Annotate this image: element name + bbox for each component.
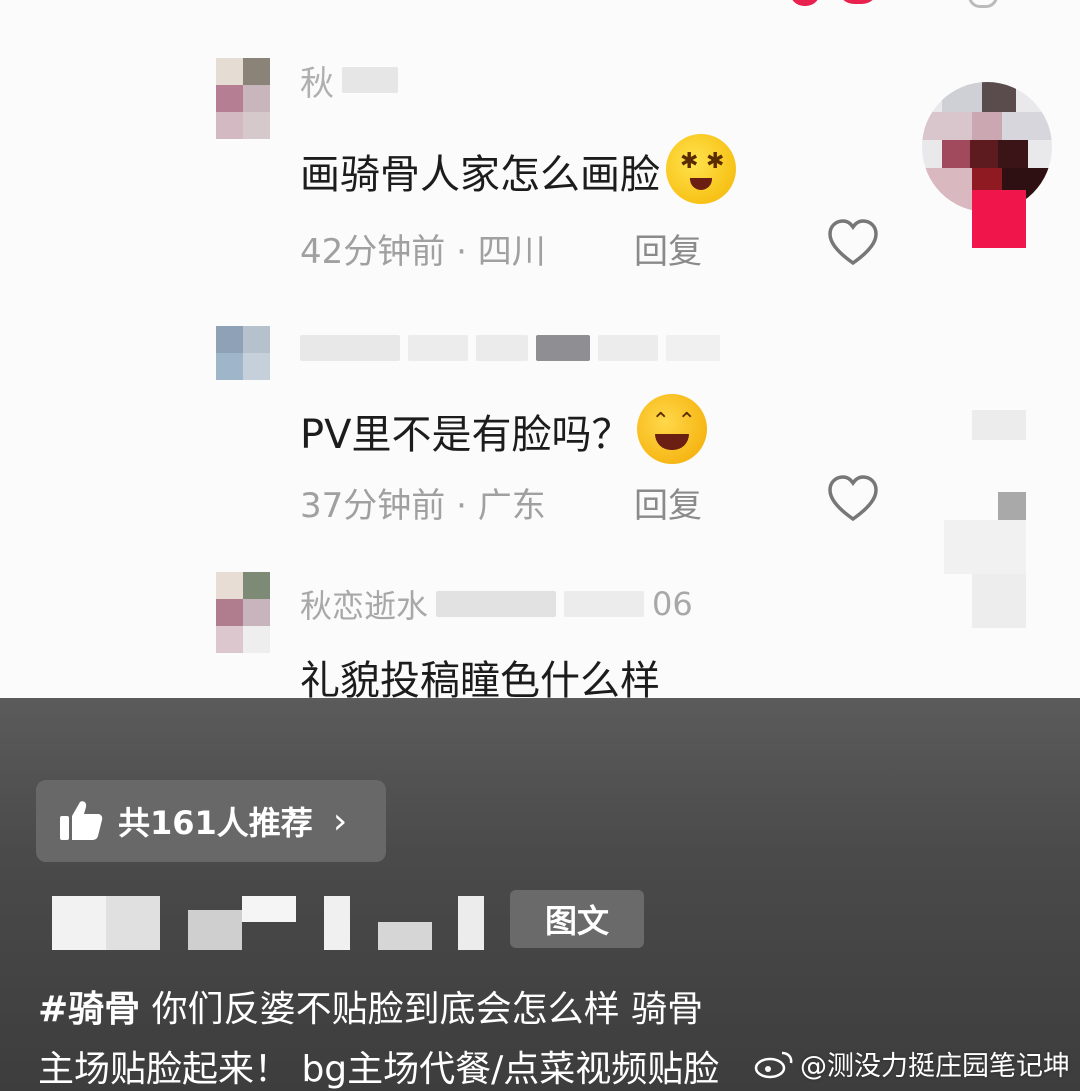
tears-of-joy-emoji-icon: ⌃ ⌃ (637, 394, 708, 464)
image-text-badge: 图文 (510, 890, 644, 948)
avatar[interactable] (216, 572, 270, 654)
recommend-count: 共161人推荐 (118, 804, 313, 842)
top-cut-heart-icon (838, 0, 878, 4)
side-blur (944, 520, 1026, 574)
weibo-icon (754, 1051, 793, 1078)
comment-author[interactable] (300, 326, 720, 370)
follow-badge[interactable] (972, 190, 1026, 248)
comment-text: 画骑骨人家怎么画脸 ✱ ✱ (300, 134, 736, 204)
dizzy-face-emoji-icon: ✱ ✱ (666, 134, 736, 204)
top-cut-chevron-icon (968, 0, 998, 8)
top-cut-like-icon (790, 0, 820, 6)
chevron-right-icon: › (332, 800, 348, 842)
avatar[interactable] (216, 58, 270, 140)
comment-meta: 42分钟前 · 四川 (300, 232, 546, 272)
comment-meta: 37分钟前 · 广东 (300, 486, 546, 526)
comment-author[interactable]: 秋恋逝水 06 (300, 582, 693, 626)
thumbs-up-icon (60, 801, 103, 840)
hashtag-link[interactable]: #骑骨 (38, 989, 140, 1030)
post-caption-line1: #骑骨 你们反婆不贴脸到底会怎么样 骑骨 (38, 989, 704, 1030)
avatar[interactable] (216, 326, 270, 382)
side-blur (998, 492, 1026, 520)
like-heart-icon[interactable] (826, 472, 880, 526)
reply-button[interactable]: 回复 (634, 224, 702, 273)
comment-item: PV里不是有脸吗？ ⌃ ⌃ 37分钟前 · 广东 回复 (216, 326, 896, 536)
comment-author[interactable]: 秋 (300, 58, 398, 104)
side-blur (972, 574, 1026, 628)
comment-item: 秋恋逝水 06 礼貌投稿瞳色什么样 (216, 572, 896, 704)
comment-text: PV里不是有脸吗？ ⌃ ⌃ (300, 394, 708, 464)
recommend-button[interactable]: 共161人推荐 › (36, 780, 386, 862)
post-caption-line2: 主场贴脸起来！ bg主场代餐/点菜视频贴脸 (38, 1049, 720, 1090)
reply-button[interactable]: 回复 (634, 478, 702, 527)
comment-item: 秋 画骑骨人家怎么画脸 ✱ ✱ 42分钟前 · 四川 回复 (216, 58, 896, 278)
side-blur (972, 410, 1026, 440)
like-heart-icon[interactable] (826, 216, 880, 270)
watermark: @测没力挺庄园笔记坤 (754, 1044, 1070, 1083)
